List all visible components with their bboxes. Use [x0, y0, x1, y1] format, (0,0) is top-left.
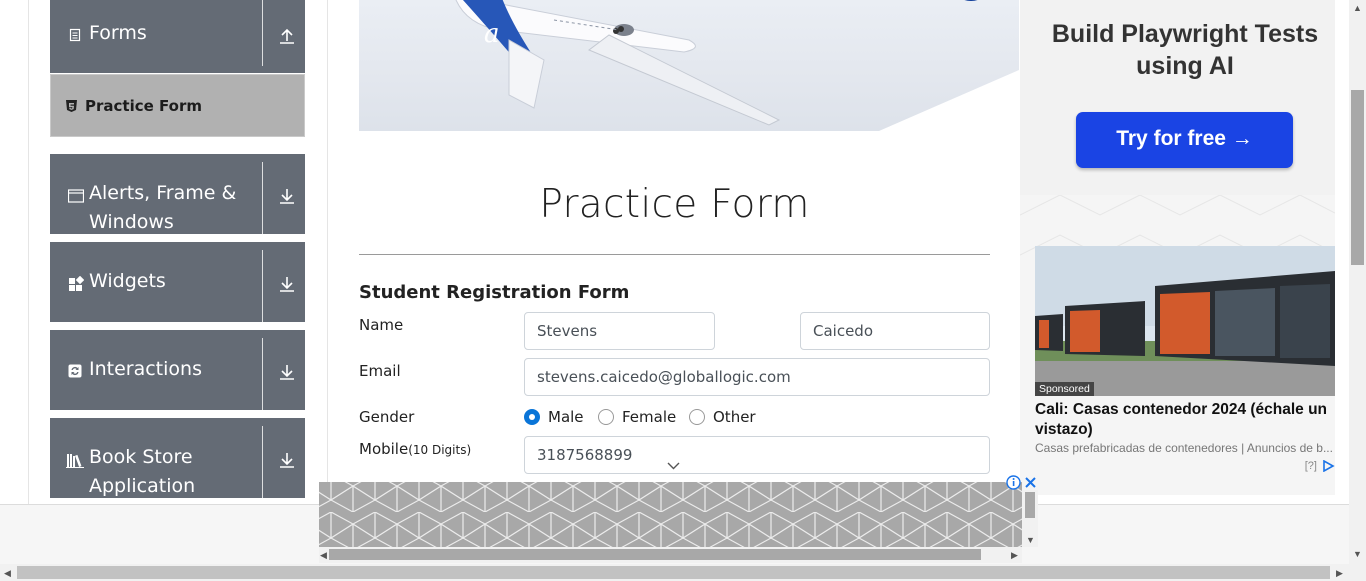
ad-subtitle: Casas prefabricadas de contenedores | An… — [1035, 441, 1333, 455]
mobile-hint: (10 Digits) — [408, 443, 472, 457]
page-hscroll-thumb[interactable] — [17, 566, 1330, 579]
ad-playwright[interactable]: Build Playwright Tests using AI Try for … — [1020, 0, 1335, 195]
mobile-input[interactable] — [524, 436, 990, 474]
expand-arrow-icon[interactable] — [278, 451, 296, 469]
info-icon[interactable] — [1006, 475, 1021, 490]
group-separator — [262, 162, 263, 234]
group-separator — [262, 426, 263, 498]
sidebar-item-practice-form[interactable]: Practice Form — [50, 74, 305, 137]
radio-indicator — [689, 409, 705, 425]
group-separator — [262, 338, 263, 410]
ad-title[interactable]: Cali: Casas contenedor 2024 (échale un v… — [1035, 400, 1335, 440]
group-separator — [262, 0, 263, 66]
ad-vscroll-thumb[interactable] — [1025, 492, 1035, 518]
ad-footer: [?] — [1305, 459, 1335, 473]
ad-headline: Build Playwright Tests using AI — [1051, 20, 1319, 80]
browser-viewport: Forms Practice Form Alerts, Frame & Wind… — [0, 0, 1366, 581]
sidebar-group-widgets[interactable]: Widgets — [50, 242, 305, 322]
gender-label: Gender — [359, 408, 415, 426]
books-icon — [66, 454, 84, 468]
last-name-input[interactable] — [800, 312, 990, 350]
scroll-right-icon[interactable]: ▶ — [1011, 550, 1018, 560]
sidebar-group-label: Interactions — [89, 358, 202, 380]
ad-hscroll-thumb[interactable] — [329, 549, 981, 560]
sidebar-divider — [327, 0, 328, 504]
chevron-down-icon — [667, 462, 680, 470]
sidebar-group-alerts[interactable]: Alerts, Frame & Windows — [50, 154, 305, 234]
ad-help-link[interactable]: [?] — [1305, 460, 1317, 472]
radio-indicator — [598, 409, 614, 425]
sidebar-group-label: Alerts, Frame & Windows — [89, 182, 237, 233]
container-house-image: Sponsored — [1035, 246, 1335, 396]
sidebar-group-label: Widgets — [89, 270, 166, 292]
scroll-down-icon[interactable]: ▼ — [1353, 549, 1362, 559]
email-label: Email — [359, 362, 401, 380]
form-heading: Student Registration Form — [359, 282, 630, 303]
page-title: Practice Form — [539, 182, 810, 227]
group-separator — [262, 250, 263, 322]
radio-label: Other — [713, 408, 756, 426]
mobile-label-text: Mobile — [359, 440, 409, 458]
expand-arrow-icon[interactable] — [278, 187, 296, 205]
scroll-down-icon[interactable]: ▼ — [1026, 535, 1035, 545]
ad-horizontal-scrollbar[interactable]: ◀ ▶ — [319, 547, 1022, 563]
radio-label: Female — [622, 408, 677, 426]
scroll-left-icon[interactable]: ◀ — [4, 568, 11, 578]
banner-image: a — [359, 0, 1019, 131]
gender-other-radio[interactable]: Other — [689, 408, 756, 426]
close-icon[interactable] — [1024, 476, 1037, 489]
svg-text:a: a — [484, 19, 500, 49]
interactions-icon — [68, 364, 82, 378]
expand-arrow-icon[interactable] — [278, 275, 296, 293]
gender-female-radio[interactable]: Female — [598, 408, 676, 426]
ad-vertical-scrollbar[interactable]: ▼ — [1022, 490, 1038, 547]
mobile-label: Mobile(10 Digits) — [359, 440, 471, 458]
title-divider — [359, 254, 990, 255]
left-border — [28, 0, 29, 504]
sidebar-group-book-store[interactable]: Book Store Application — [50, 418, 305, 498]
scroll-right-icon[interactable]: ▶ — [1336, 568, 1343, 578]
scroll-left-icon[interactable]: ◀ — [320, 550, 327, 560]
sidebar-group-label: Book Store Application — [89, 446, 196, 497]
name-label: Name — [359, 316, 404, 334]
window-icon — [68, 189, 84, 203]
first-name-input[interactable] — [524, 312, 715, 350]
airplane-image: a — [455, 0, 1019, 131]
gender-male-radio[interactable]: Male — [524, 408, 584, 426]
sidebar-group-forms[interactable]: Forms — [50, 0, 305, 73]
adchoices-icon[interactable] — [1322, 459, 1335, 473]
collapse-arrow-icon[interactable] — [278, 27, 296, 45]
try-for-free-button[interactable]: Try for free → — [1076, 112, 1293, 168]
sponsored-badge: Sponsored — [1035, 382, 1094, 396]
expand-arrow-icon[interactable] — [278, 363, 296, 381]
bottom-ad-frame[interactable] — [319, 482, 1022, 547]
scroll-up-icon[interactable]: ▲ — [1353, 3, 1362, 13]
email-input[interactable] — [524, 358, 990, 396]
page-vscroll-thumb[interactable] — [1351, 90, 1364, 265]
ad-pattern-image — [319, 482, 1022, 547]
html-file-icon — [66, 100, 77, 112]
page-vertical-scrollbar[interactable]: ▲ ▼ — [1349, 0, 1366, 564]
ad-card[interactable]: Sponsored Cali: Casas contenedor 2024 (é… — [1020, 195, 1335, 495]
sidebar-group-label: Forms — [89, 22, 147, 44]
sidebar-item-label: Practice Form — [85, 97, 202, 115]
widgets-icon — [69, 276, 84, 291]
radio-label: Male — [548, 408, 584, 426]
radio-selected-indicator — [524, 409, 540, 425]
sidebar-group-interactions[interactable]: Interactions — [50, 330, 305, 410]
document-icon — [69, 28, 81, 42]
